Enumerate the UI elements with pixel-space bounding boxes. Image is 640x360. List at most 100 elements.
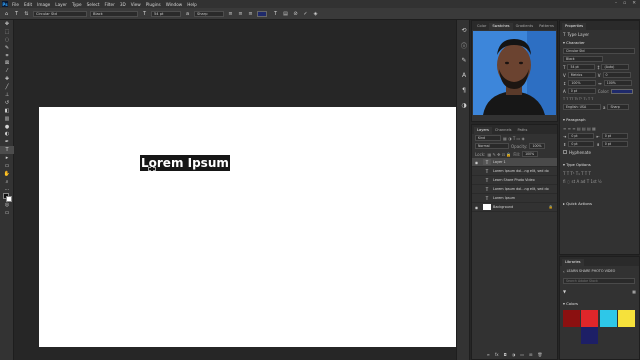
character-panel-icon[interactable]: ▤ (282, 10, 289, 17)
color-swatch[interactable] (581, 310, 599, 327)
menu-view[interactable]: View (131, 2, 141, 7)
menu-file[interactable]: File (12, 2, 19, 7)
photoshop-logo-icon[interactable]: Ps (2, 1, 8, 7)
quick-select-tool-icon[interactable]: ✎ (0, 44, 14, 52)
menu-edit[interactable]: Edit (24, 2, 32, 7)
layer-name[interactable]: Background (493, 205, 513, 209)
character-section-title[interactable]: ▾ Character (560, 38, 639, 47)
brush-tool-icon[interactable]: ╱ (0, 83, 14, 91)
new-layer-icon[interactable]: ⊞ (529, 352, 532, 357)
type-tool-icon[interactable]: T (0, 146, 14, 155)
colors-section-title[interactable]: ▾ Colors (560, 299, 639, 308)
kerning-field[interactable]: Metrics (567, 72, 596, 78)
lasso-tool-icon[interactable]: ◌ (0, 36, 14, 44)
adjustments-icon[interactable]: ◑ (457, 98, 471, 113)
tab-color[interactable]: Color (474, 23, 489, 30)
eyedropper-tool-icon[interactable]: ⁄ (0, 67, 14, 75)
font-family-select[interactable]: Circular Std (563, 48, 635, 54)
menu-3d[interactable]: 3D (120, 2, 126, 7)
antialias-select[interactable]: Sharp (607, 104, 630, 110)
character-icon[interactable]: A (457, 68, 471, 83)
document-canvas[interactable] (39, 107, 464, 347)
type-tool-icon[interactable]: T (13, 10, 20, 17)
filter-icons[interactable]: ▦ ◑ T ▭ ◈ (503, 136, 525, 141)
menu-layer[interactable]: Layer (55, 2, 67, 7)
tracking-field[interactable]: 0 (602, 72, 631, 78)
indent-left-field[interactable]: 0 pt (568, 133, 595, 139)
layer-row[interactable]: T Learn Share Photo Video (472, 176, 557, 185)
tab-paths[interactable]: Paths (515, 127, 531, 134)
eraser-tool-icon[interactable]: ◧ (0, 107, 14, 115)
group-icon[interactable]: ▭ (520, 352, 524, 357)
menu-filter[interactable]: Filter (104, 2, 114, 7)
align-right-icon[interactable]: ≡ (247, 10, 254, 17)
color-swatch[interactable] (599, 310, 617, 327)
type-options-icons-2[interactable]: fi ◌ st A ad T 1st ½ (563, 179, 602, 184)
layer-row[interactable]: ◉ T Layer 1 (472, 158, 557, 167)
vertical-scale-field[interactable]: 100% (568, 80, 597, 86)
layer-name[interactable]: Layer 1 (493, 160, 506, 164)
minimize-icon[interactable]: – (615, 1, 617, 6)
paragraph-align-icons[interactable]: ≡ ≡ ≡ ▤ ▤ ▤ ▦ (563, 126, 596, 131)
align-center-icon[interactable]: ≡ (237, 10, 244, 17)
indent-right-field[interactable]: 0 pt (601, 133, 628, 139)
tab-gradients[interactable]: Gradients (513, 23, 537, 30)
brush-settings-icon[interactable]: ✎ (457, 53, 471, 68)
fill-field[interactable]: 100% (522, 151, 539, 157)
quick-actions-section-title[interactable]: ▸ Quick Actions (560, 199, 639, 208)
commit-icon[interactable]: ✓ (302, 10, 309, 17)
space-before-field[interactable]: 0 pt (568, 141, 595, 147)
back-icon[interactable]: ‹ (563, 269, 565, 274)
trash-icon[interactable]: 🗑 (537, 352, 542, 357)
mask-icon[interactable]: ◘ (504, 352, 507, 357)
move-tool-icon[interactable]: ✥ (0, 20, 14, 28)
visibility-eye-icon[interactable]: ◉ (472, 160, 481, 165)
space-after-field[interactable]: 0 pt (601, 141, 628, 147)
menu-type[interactable]: Type (72, 2, 82, 7)
info-icon[interactable]: ⓘ (457, 38, 471, 53)
tab-libraries[interactable]: Libraries (562, 259, 584, 266)
library-search-input[interactable]: Search Adobe Stock (563, 278, 635, 284)
color-swatches-icon[interactable] (0, 193, 14, 203)
language-select[interactable]: English: USA (563, 104, 601, 110)
hyphenate-checkbox[interactable] (563, 150, 567, 154)
quick-mask-icon[interactable]: ◎ (0, 201, 14, 209)
layer-row[interactable]: T Lorem Ipsum dol...ng elit, sed do (472, 185, 557, 194)
layer-kind-filter[interactable]: Kind (475, 135, 501, 141)
menu-plugins[interactable]: Plugins (146, 2, 161, 7)
antialias-select[interactable]: Sharp (194, 10, 224, 17)
menu-select[interactable]: Select (87, 2, 100, 7)
text-orientation-icon[interactable]: ⇅ (23, 10, 30, 17)
shape-tool-icon[interactable]: ▭ (0, 162, 14, 170)
screen-mode-icon[interactable]: ▭ (0, 209, 14, 217)
layer-row[interactable]: T Lorem Ipsum (472, 194, 557, 203)
opacity-field[interactable]: 100% (529, 143, 546, 149)
text-color-swatch[interactable] (257, 10, 267, 17)
tab-layers[interactable]: Layers (474, 127, 492, 134)
tab-channels[interactable]: Channels (492, 127, 515, 134)
zoom-tool-icon[interactable]: ⌕ (0, 178, 14, 186)
lock-icons[interactable]: ▦ ✎ ✥ ⊡ 🔒 (487, 152, 511, 157)
view-icon[interactable]: ▦ (632, 289, 636, 294)
horizontal-scale-field[interactable]: 100% (603, 80, 632, 86)
cancel-icon[interactable]: ⊘ (292, 10, 299, 17)
filter-icon[interactable]: ▼ (563, 289, 566, 294)
menu-window[interactable]: Window (166, 2, 183, 7)
warp-text-icon[interactable]: T (272, 10, 279, 17)
home-icon[interactable]: ⌂ (3, 10, 10, 17)
visibility-eye-icon[interactable]: ◉ (472, 205, 481, 210)
pen-tool-icon[interactable]: ✒ (0, 138, 14, 146)
fx-icon[interactable]: fx (495, 352, 499, 357)
tab-properties[interactable]: Properties (562, 23, 587, 30)
frame-tool-icon[interactable]: ⊠ (0, 59, 14, 67)
type-style-buttons[interactable]: T T TT Tt T¹ T₁ T T (563, 97, 593, 101)
paragraph-icon[interactable]: ¶ (457, 83, 471, 98)
blend-mode-select[interactable]: Normal (475, 143, 509, 149)
tab-patterns[interactable]: Patterns (536, 23, 557, 30)
font-size-field[interactable]: 54 pt (567, 64, 596, 70)
type-options-section-title[interactable]: ▾ Type Options (560, 160, 639, 169)
dodge-tool-icon[interactable]: ◐ (0, 130, 14, 138)
layer-name[interactable]: Lorem Ipsum dol...ng elit, sed do (493, 187, 549, 191)
3d-icon[interactable]: ◈ (312, 10, 319, 17)
crop-tool-icon[interactable]: ⌗ (0, 52, 14, 60)
